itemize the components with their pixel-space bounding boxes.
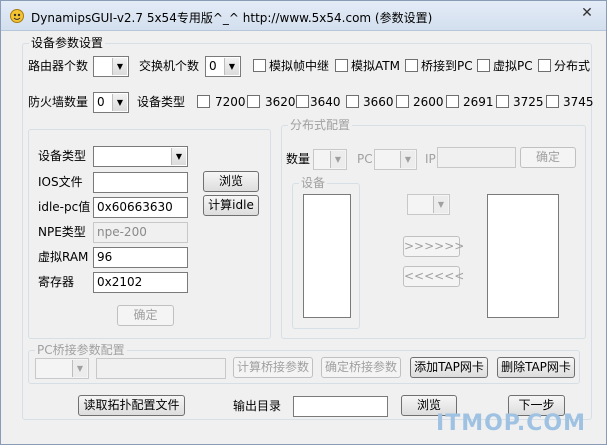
device-confirm-button[interactable]: 确定	[117, 305, 174, 326]
dist-add-button[interactable]: >>>>>>	[403, 236, 464, 257]
title-bar: DynamipsGUI-v2.7 5x54专用版^_^ http://www.5…	[1, 1, 606, 31]
virtual-ram-input[interactable]: 96	[93, 247, 188, 268]
dist-ip-input[interactable]	[437, 147, 516, 168]
dist-pc-label: PC	[357, 152, 373, 166]
firewall-count-label: 防火墙数量	[28, 95, 89, 109]
confirm-bridge-button[interactable]: 确定桥接参数	[321, 357, 401, 378]
dist-ip-label: IP	[425, 152, 436, 166]
type-3640-label: 3640	[310, 95, 341, 109]
virtual-ram-label: 虚拟RAM	[38, 250, 89, 264]
chevron-down-icon: ▼	[224, 58, 239, 75]
type-3620-checkbox[interactable]	[247, 95, 260, 108]
device-type-label: 设备类型	[38, 149, 87, 163]
pc-bridge-legend: PC桥接参数配置	[35, 343, 127, 357]
virtual-pc-checkbox[interactable]	[477, 59, 490, 72]
distributed-checkbox[interactable]	[538, 59, 551, 72]
device-type-select[interactable]: ▼	[93, 146, 188, 167]
register-input[interactable]: 0x2102	[93, 272, 188, 293]
firewall-count-value: 0	[97, 95, 105, 109]
dist-selected-list[interactable]	[487, 194, 559, 318]
type-2600-checkbox[interactable]	[396, 95, 409, 108]
switch-count-label: 交换机个数	[139, 59, 200, 73]
idle-pc-input[interactable]: 0x60663630	[93, 197, 188, 218]
app-window: DynamipsGUI-v2.7 5x54专用版^_^ http://www.5…	[0, 0, 607, 445]
npe-type-input: npe-200	[93, 222, 188, 243]
bridge-param-input[interactable]	[96, 358, 226, 379]
output-dir-label: 输出目录	[233, 399, 282, 413]
atm-label: 模拟ATM	[351, 59, 400, 73]
chevron-down-icon: ▼	[112, 58, 127, 75]
device-params-legend: 设备参数设置	[29, 36, 106, 50]
type-7200-checkbox[interactable]	[197, 95, 210, 108]
ios-file-input[interactable]	[93, 172, 188, 193]
dist-count-select[interactable]: ▼	[313, 149, 347, 170]
output-dir-input[interactable]	[293, 396, 388, 417]
watermark: ITMOP.COM	[436, 411, 586, 436]
calc-bridge-button[interactable]: 计算桥接参数	[233, 357, 313, 378]
distributed-label: 分布式	[554, 59, 591, 73]
calc-idle-button[interactable]: 计算idle	[203, 195, 259, 216]
type-2691-checkbox[interactable]	[446, 95, 459, 108]
switch-count-value: 0	[209, 59, 217, 73]
router-count-label: 路由器个数	[28, 59, 89, 73]
type-3660-checkbox[interactable]	[346, 95, 359, 108]
dist-target-select[interactable]: ▼	[407, 194, 450, 215]
read-topology-button[interactable]: 读取拓扑配置文件	[78, 395, 185, 416]
frame-relay-label: 模拟帧中继	[269, 59, 330, 73]
dist-device-list[interactable]	[303, 194, 351, 318]
idle-pc-label: idle-pc值	[38, 200, 91, 214]
npe-type-label: NPE类型	[38, 225, 86, 239]
bridge-pc-label: 桥接到PC	[421, 59, 473, 73]
register-label: 寄存器	[38, 275, 75, 289]
type-3725-label: 3725	[513, 95, 544, 109]
distributed-config-legend: 分布式配置	[288, 118, 353, 132]
app-logo-icon	[10, 9, 24, 23]
dist-confirm-button[interactable]: 确定	[520, 147, 576, 168]
type-3620-label: 3620	[265, 95, 296, 109]
delete-tap-button[interactable]: 删除TAP网卡	[497, 357, 575, 378]
bridge-nic-select[interactable]: ▼	[35, 358, 89, 379]
switch-count-select[interactable]: 0 ▼	[205, 56, 241, 77]
type-3745-checkbox[interactable]	[546, 95, 559, 108]
firewall-count-select[interactable]: 0 ▼	[93, 92, 129, 113]
dist-device-legend: 设备	[299, 176, 328, 190]
router-count-select[interactable]: ▼	[93, 56, 129, 77]
chevron-down-icon: ▼	[433, 196, 448, 213]
dist-pc-select[interactable]: ▼	[374, 149, 417, 170]
close-icon[interactable]: ✕	[576, 3, 598, 23]
type-3640-checkbox[interactable]	[296, 95, 309, 108]
bridge-pc-checkbox[interactable]	[405, 59, 418, 72]
chevron-down-icon: ▼	[112, 94, 127, 111]
chevron-down-icon: ▼	[72, 360, 87, 377]
type-3725-checkbox[interactable]	[496, 95, 509, 108]
ios-browse-button[interactable]: 浏览	[203, 171, 259, 192]
dist-remove-button[interactable]: <<<<<<	[403, 266, 464, 287]
atm-checkbox[interactable]	[335, 59, 348, 72]
frame-relay-checkbox[interactable]	[253, 59, 266, 72]
window-title: DynamipsGUI-v2.7 5x54专用版^_^ http://www.5…	[31, 11, 433, 25]
ios-file-label: IOS文件	[38, 175, 83, 189]
type-3745-label: 3745	[563, 95, 594, 109]
chevron-down-icon: ▼	[171, 148, 186, 165]
dist-count-label: 数量	[286, 152, 311, 166]
chevron-down-icon: ▼	[400, 151, 415, 168]
type-7200-label: 7200	[215, 95, 246, 109]
type-3660-label: 3660	[363, 95, 394, 109]
type-2600-label: 2600	[413, 95, 444, 109]
add-tap-button[interactable]: 添加TAP网卡	[410, 357, 488, 378]
type-2691-label: 2691	[463, 95, 494, 109]
device-type-row-label: 设备类型	[137, 95, 186, 109]
virtual-pc-label: 虚拟PC	[493, 59, 533, 73]
chevron-down-icon: ▼	[330, 151, 345, 168]
